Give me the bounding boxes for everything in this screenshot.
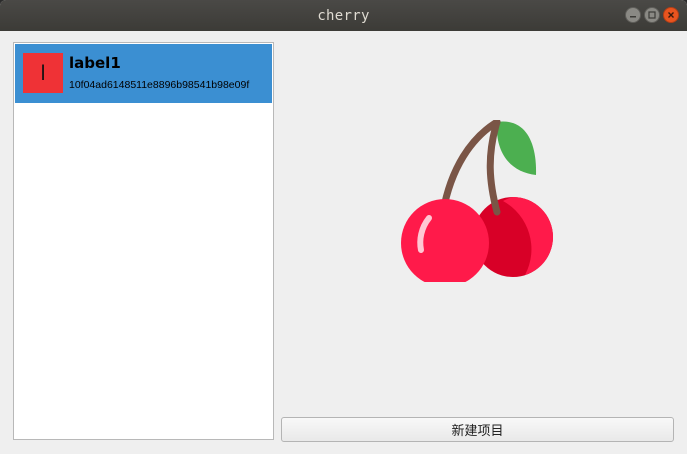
window-controls <box>625 7 679 23</box>
avatar-letter: l <box>40 61 46 85</box>
minimize-icon <box>630 16 636 18</box>
maximize-button[interactable] <box>644 7 660 23</box>
list-item-title: label1 <box>69 54 121 72</box>
window-title: cherry <box>317 7 370 24</box>
avatar: l <box>23 53 63 93</box>
preview-area <box>283 42 675 410</box>
maximize-icon <box>648 11 656 19</box>
title-bar[interactable]: cherry <box>0 0 687 31</box>
cherry-image <box>401 120 553 282</box>
minimize-button[interactable] <box>625 7 641 23</box>
item-list[interactable]: l label1 10f04ad6148511e8896b98541b98e09… <box>13 42 274 440</box>
close-icon <box>668 12 674 18</box>
new-item-button[interactable]: 新建项目 <box>281 417 674 442</box>
app-window: cherry l label1 10f04ad6148511e8896b9854… <box>0 0 687 454</box>
list-item-subtitle: 10f04ad6148511e8896b98541b98e09f <box>69 79 250 91</box>
list-item[interactable]: l label1 10f04ad6148511e8896b98541b98e09… <box>15 44 272 103</box>
close-button[interactable] <box>663 7 679 23</box>
